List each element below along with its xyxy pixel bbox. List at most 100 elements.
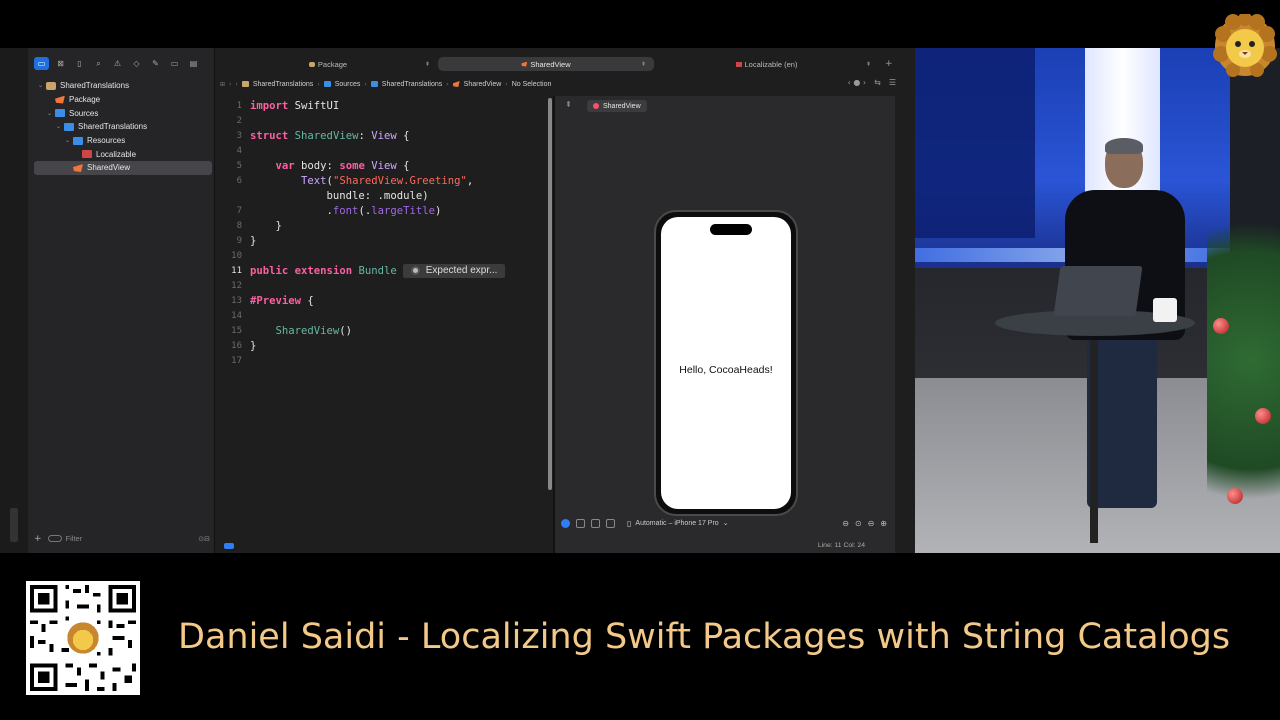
related-items-icon[interactable]: ⊞ (220, 81, 225, 88)
xcode-window: ▭ ⊠ ▯ ⌕ ⚠ ◇ ✎ ▭ ▤ ⌄ SharedTranslations Pac… (0, 48, 915, 553)
error-annotation[interactable]: Expected expr... (402, 263, 506, 278)
code-line: 13 #Preview { (231, 294, 314, 307)
issue-nav-icon[interactable]: ‹ ● › (848, 78, 866, 87)
code-line: 10 (231, 250, 242, 261)
chevron-down-icon[interactable]: ⌄ (56, 123, 64, 130)
chevron-down-icon[interactable]: ⌄ (38, 82, 46, 89)
tree-item-label: SharedTranslations (78, 122, 148, 132)
tab-localizable[interactable]: Localizable (en) ⇞ (654, 57, 879, 71)
recent-files-icon[interactable]: ⊙⊟ (198, 535, 210, 543)
jumpbar-item[interactable]: SharedTranslations (382, 81, 442, 88)
ornament (1255, 408, 1271, 424)
code-line: 5 var body: some View { (236, 159, 410, 172)
jumpbar-item[interactable]: SharedView (464, 81, 502, 88)
jumpbar-item[interactable]: Sources (335, 81, 361, 88)
tree-item[interactable]: ⌄ SharedTranslations (34, 79, 212, 93)
tree-item[interactable]: ⌄ SharedTranslations (34, 120, 212, 134)
back-icon[interactable]: ‹ (229, 81, 231, 88)
zoom-in-icon[interactable]: ⊕ (880, 519, 887, 528)
tree-item[interactable]: Package (34, 93, 212, 107)
code-line: 11 public extension Bundle Expected expr..… (220, 263, 506, 278)
string-catalog-icon (82, 150, 92, 159)
zoom-100-icon[interactable]: ⊙ (855, 519, 862, 528)
phone-icon: ▯ (627, 518, 632, 528)
warning-icon[interactable]: ⚠ (110, 57, 125, 70)
pin-icon[interactable]: ⇞ (425, 61, 430, 68)
navigator-toolbar: ▭ ⊠ ▯ ⌕ ⚠ ◇ ✎ ▭ ▤ (34, 57, 201, 70)
search-icon[interactable]: ⌕ (91, 57, 106, 70)
debug-icon[interactable]: ✎ (148, 57, 163, 70)
tree-item[interactable]: ⌄ Sources (34, 106, 212, 120)
add-icon[interactable]: + (34, 534, 42, 544)
zoom-fit-icon[interactable]: ⊖ (868, 519, 875, 528)
folder-icon (73, 136, 83, 145)
bookmark-icon[interactable]: ▯ (72, 57, 87, 70)
chevron-right-icon: › (446, 80, 449, 88)
tab-label: Package (317, 59, 348, 69)
tree-item-label: Package (69, 95, 101, 105)
code-line: 4 (236, 145, 242, 156)
gutter-marker (10, 508, 18, 542)
variants-icon[interactable] (591, 518, 600, 528)
jumpbar-controls: ‹ ● › ⇆ ☰ (848, 78, 896, 87)
lion-logo-icon (1213, 14, 1277, 77)
code-line: 17 (231, 355, 242, 366)
editor-scrollbar[interactable] (548, 98, 552, 490)
forward-icon[interactable]: › (235, 81, 237, 88)
preview-canvas: ⇞ SharedView Hello, CocoaHeads! (555, 96, 895, 553)
code-line: 6 Text("SharedView.Greeting", (236, 174, 474, 187)
qr-code[interactable] (26, 581, 140, 695)
test-icon[interactable]: ◇ (129, 57, 144, 70)
code-line: 3 struct SharedView: View { (236, 129, 410, 142)
add-tab-icon[interactable]: + (885, 59, 893, 69)
filter-options-icon[interactable] (47, 535, 62, 542)
code-line: 8 } (236, 219, 282, 232)
folder-icon (323, 81, 331, 87)
string-catalog-icon (735, 61, 742, 67)
tab-package[interactable]: Package ⇞ (218, 57, 438, 71)
mug (1153, 298, 1177, 322)
window-gutter (0, 48, 28, 553)
speaker-camera-feed (915, 48, 1280, 553)
filter-placeholder: Filter (65, 534, 83, 543)
package-icon (308, 61, 315, 67)
phone-screen[interactable]: Hello, CocoaHeads! (661, 217, 791, 509)
tree-item[interactable]: SharedView (34, 161, 212, 175)
chevron-down-icon[interactable]: ⌄ (47, 110, 55, 117)
canvas-toolbar: ▯ Automatic – iPhone 17 Pro ⌄ ⊖ ⊙ ⊖ ⊕ (555, 516, 895, 530)
canvas-options-icon[interactable]: ☰ (889, 78, 896, 87)
folder-icon[interactable]: ▭ (34, 57, 49, 70)
code-line: 16} (231, 339, 257, 352)
pin-icon[interactable]: ⇞ (565, 100, 572, 109)
jumpbar-item[interactable]: SharedTranslations (253, 81, 313, 88)
tree-item-label: Resources (87, 136, 126, 146)
device-label: Automatic – iPhone 17 Pro (635, 519, 719, 527)
code-line: 7 . font (. largeTitle) (236, 204, 442, 217)
device-selector[interactable]: ▯ Automatic – iPhone 17 Pro ⌄ (627, 519, 729, 528)
filter-field[interactable]: Filter (47, 533, 193, 544)
chevron-right-icon: › (317, 80, 320, 88)
code-line: 14 (231, 310, 242, 321)
pin-icon[interactable]: ⇞ (866, 61, 871, 68)
code-line: 15 SharedView() (231, 324, 353, 337)
jumpbar-item[interactable]: No Selection (512, 81, 552, 88)
adjust-editor-icon[interactable]: ⇆ (874, 78, 881, 87)
device-settings-icon[interactable] (606, 518, 615, 528)
code-editor[interactable]: 1 import SwiftUI 2 3 struct SharedView: Vi… (220, 96, 550, 536)
jump-bar: ⊞ ‹ › SharedTranslations › Sources › Sha… (220, 78, 910, 90)
pin-icon[interactable]: ⇞ (641, 61, 646, 68)
report-icon[interactable]: ▤ (186, 57, 201, 70)
file-tree: ⌄ SharedTranslations Package ⌄ Sources ⌄ Share… (34, 79, 212, 175)
tab-label: SharedView (530, 59, 571, 69)
tree-item[interactable]: Localizable (34, 147, 212, 161)
swift-file-icon (73, 163, 83, 172)
zoom-out-icon[interactable]: ⊖ (842, 519, 849, 528)
tree-item[interactable]: ⌄ Resources (34, 134, 212, 148)
breakpoint-icon[interactable]: ▭ (167, 57, 182, 70)
preview-selector[interactable]: SharedView (587, 100, 647, 112)
live-mode-icon[interactable] (561, 518, 570, 528)
selectable-mode-icon[interactable] (576, 518, 585, 528)
chevron-down-icon[interactable]: ⌄ (65, 137, 73, 144)
source-control-icon[interactable]: ⊠ (53, 57, 68, 70)
tab-sharedview[interactable]: SharedView ⇞ (438, 57, 654, 71)
